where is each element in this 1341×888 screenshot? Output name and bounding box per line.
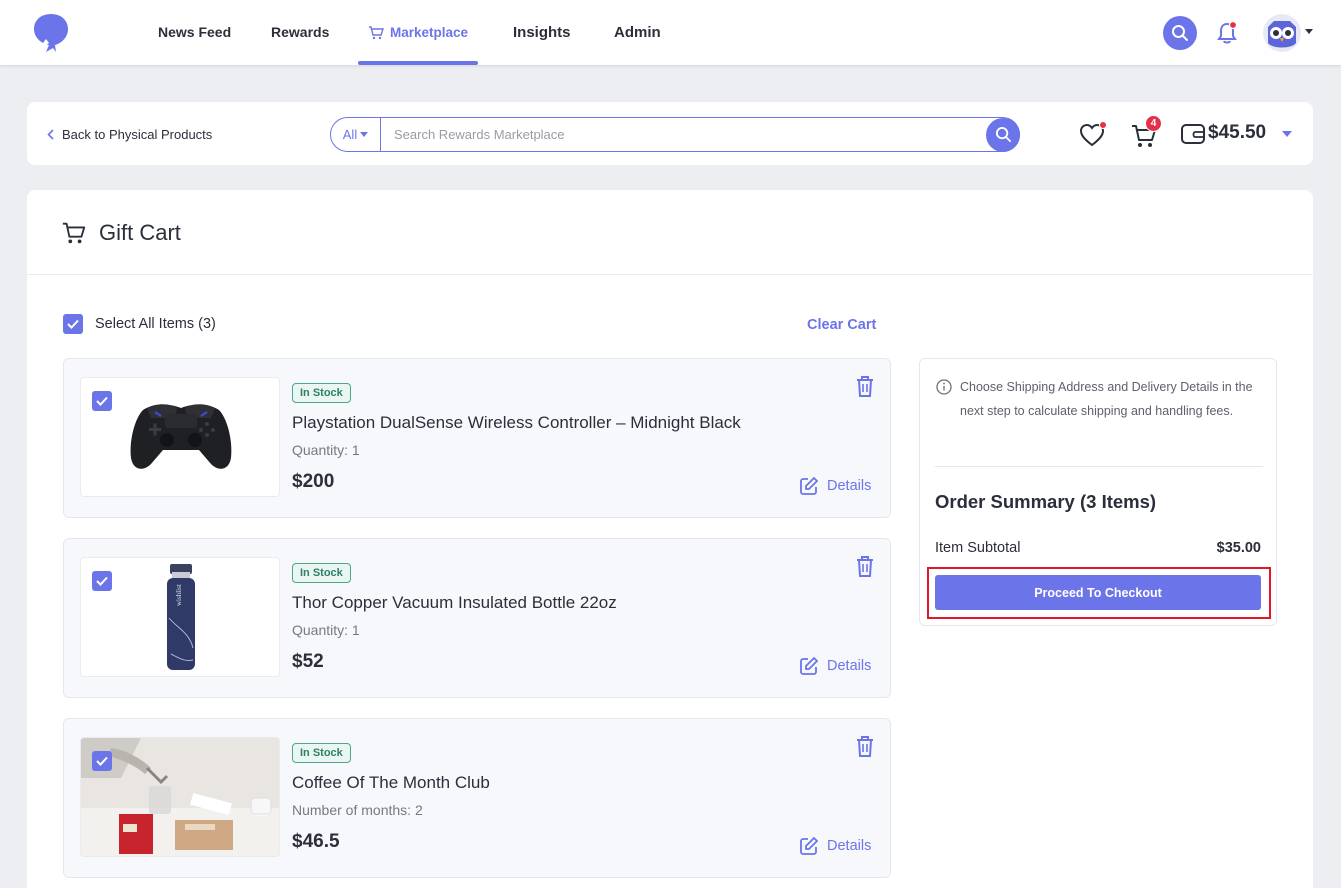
product-quantity: Quantity: 1: [292, 622, 360, 638]
chevron-down-icon[interactable]: [1305, 29, 1313, 34]
nav-rewards[interactable]: Rewards: [271, 24, 329, 40]
product-quantity: Number of months: 2: [292, 802, 423, 818]
order-summary: Choose Shipping Address and Delivery Det…: [919, 358, 1277, 626]
product-name: Coffee Of The Month Club: [292, 773, 490, 792]
marketplace-toolbar: Back to Physical Products All 4 $45.50: [27, 102, 1313, 165]
back-link-label: Back to Physical Products: [62, 127, 213, 142]
checkmark-icon: [96, 576, 108, 586]
marketplace-search-bar: All: [330, 117, 1020, 152]
nav-marketplace[interactable]: Marketplace: [368, 25, 468, 40]
edit-icon: [800, 476, 819, 495]
status-badge: In Stock: [292, 563, 351, 583]
nav-news-feed[interactable]: News Feed: [158, 24, 231, 40]
trash-icon[interactable]: [854, 374, 876, 398]
search-submit-button[interactable]: [986, 117, 1020, 152]
details-button[interactable]: Details: [799, 656, 871, 676]
search-scope-label: All: [342, 127, 358, 142]
wishlist-indicator-dot: [1099, 121, 1107, 129]
points-balance: $45.50: [1208, 122, 1267, 143]
item-checkbox[interactable]: [92, 571, 112, 591]
divider: [935, 466, 1263, 467]
wallet-icon: [1181, 124, 1205, 144]
active-tab-indicator: [358, 61, 478, 65]
search-scope-select[interactable]: All: [331, 118, 381, 151]
cart-item: In Stock Coffee Of The Month Club Number…: [63, 718, 891, 878]
chevron-down-icon: [360, 132, 369, 137]
search-input[interactable]: [381, 118, 986, 151]
nav-marketplace-label: Marketplace: [390, 25, 469, 40]
cart-count-badge: 4: [1145, 115, 1162, 132]
item-checkbox[interactable]: [92, 751, 112, 771]
divider: [27, 274, 1313, 275]
status-badge: In Stock: [292, 743, 351, 763]
search-icon: [995, 126, 1011, 143]
top-navigation: News Feed Rewards Marketplace Insights A…: [0, 0, 1341, 66]
product-price: $52: [292, 651, 324, 672]
bell-icon[interactable]: [1214, 20, 1240, 46]
page-title: Gift Cart: [61, 220, 181, 246]
details-label: Details: [827, 478, 872, 494]
chevron-down-icon[interactable]: [1282, 131, 1292, 137]
product-quantity: Quantity: 1: [292, 442, 360, 458]
cart-icon: [62, 222, 86, 244]
cart-item: In Stock Playstation DualSense Wireless …: [63, 358, 891, 518]
order-summary-title: Order Summary (3 Items): [935, 491, 1157, 512]
trash-icon[interactable]: [854, 554, 876, 578]
checkmark-icon: [96, 756, 108, 766]
cart-icon: [369, 25, 384, 39]
select-all-items[interactable]: Select All Items (3): [63, 314, 216, 334]
edit-icon: [800, 836, 819, 855]
product-name: Thor Copper Vacuum Insulated Bottle 22oz: [292, 593, 617, 612]
nav-insights[interactable]: Insights: [513, 24, 571, 41]
nav-admin[interactable]: Admin: [614, 24, 661, 41]
details-button[interactable]: Details: [799, 836, 871, 856]
product-price: $46.5: [292, 831, 340, 852]
subtotal-value: $35.00: [1216, 540, 1261, 556]
gift-cart-panel: Gift Cart Select All Items (3) Clear Car…: [27, 190, 1313, 888]
chevron-left-icon: [47, 129, 54, 140]
details-label: Details: [827, 838, 872, 854]
balloon-logo-icon[interactable]: [32, 12, 70, 54]
search-icon: [1172, 25, 1188, 41]
global-search-button[interactable]: [1163, 16, 1197, 50]
proceed-to-checkout-button[interactable]: Proceed To Checkout: [935, 575, 1261, 610]
details-label: Details: [827, 658, 872, 674]
back-link[interactable]: Back to Physical Products: [47, 127, 212, 142]
select-all-checkbox[interactable]: [63, 314, 83, 334]
checkmark-icon: [67, 319, 79, 329]
product-price: $200: [292, 471, 335, 492]
clear-cart-button[interactable]: Clear Cart: [807, 317, 876, 333]
status-badge: In Stock: [292, 383, 351, 403]
select-all-label: Select All Items (3): [95, 316, 216, 332]
trash-icon[interactable]: [854, 734, 876, 758]
shipping-note: Choose Shipping Address and Delivery Det…: [960, 380, 1253, 418]
cart-item: wishlist In Stock Thor Copper Vacuum Ins…: [63, 538, 891, 698]
edit-icon: [800, 656, 819, 675]
product-name: Playstation DualSense Wireless Controlle…: [292, 413, 741, 432]
svg-text:wishlist: wishlist: [175, 584, 183, 606]
item-checkbox[interactable]: [92, 391, 112, 411]
owl-avatar[interactable]: [1262, 13, 1302, 53]
checkmark-icon: [96, 396, 108, 406]
page-title-text: Gift Cart: [99, 220, 181, 245]
details-button[interactable]: Details: [799, 476, 871, 496]
subtotal-label: Item Subtotal: [935, 540, 1021, 556]
info-icon: [936, 379, 952, 395]
